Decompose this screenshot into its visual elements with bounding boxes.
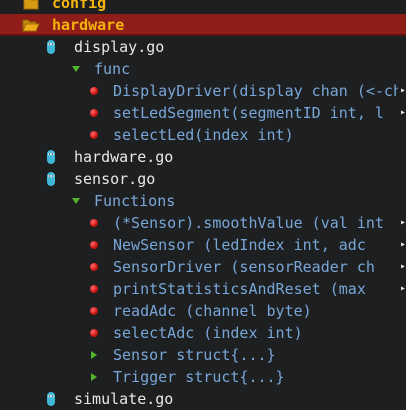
file-label: hardware.go	[74, 148, 174, 166]
method-dot-icon	[88, 124, 100, 146]
member-label: (*Sensor).smoothValue (val int	[113, 214, 384, 232]
tree-row-member[interactable]: NewSensor (ledIndex int, adc ▸	[0, 234, 406, 256]
tree-row-member[interactable]: selectLed(index int)	[0, 124, 406, 146]
member-label: Sensor struct{...}	[113, 346, 276, 364]
folder-label-config: config	[52, 0, 107, 12]
tree-row-member[interactable]: (*Sensor).smoothValue (val int ▸	[0, 212, 406, 234]
tree-row-hardware-go[interactable]: hardware.go	[0, 146, 406, 168]
tree-row-member[interactable]: selectAdc (index int)	[0, 322, 406, 344]
file-label: sensor.go	[74, 170, 156, 188]
method-dot-icon	[88, 300, 100, 322]
method-dot-icon	[88, 256, 100, 278]
member-label: Trigger struct{...}	[113, 368, 285, 386]
tree-row-group-func[interactable]: func	[0, 58, 406, 80]
overflow-arrow-icon: ▸	[398, 80, 406, 102]
overflow-arrow-icon: ▸	[398, 234, 406, 256]
member-label: SensorDriver (sensorReader ch	[113, 258, 375, 276]
tree-row-group-functions[interactable]: Functions	[0, 190, 406, 212]
member-label: setLedSegment(segmentID int, l	[113, 104, 384, 122]
member-label: printStatisticsAndReset (max	[113, 280, 366, 298]
member-label: DisplayDriver(display chan (<-chan	[113, 82, 406, 100]
collapsed-arrow-icon[interactable]	[88, 366, 100, 388]
tree-row-member[interactable]: SensorDriver (sensorReader ch ▸	[0, 256, 406, 278]
file-outline-tree: config hardware display.go func DisplayD…	[0, 0, 406, 410]
overflow-arrow-icon: ▸	[398, 102, 406, 124]
method-dot-icon	[88, 212, 100, 234]
tree-row-display-go[interactable]: display.go	[0, 36, 406, 58]
method-dot-icon	[88, 80, 100, 102]
folder-label-hardware: hardware	[52, 16, 125, 34]
method-dot-icon	[88, 322, 100, 344]
folder-open-icon	[22, 14, 40, 36]
tree-row-simulate-go[interactable]: simulate.go	[0, 388, 406, 410]
tree-row-sensor-go[interactable]: sensor.go	[0, 168, 406, 190]
method-dot-icon	[88, 234, 100, 256]
tree-row-member[interactable]: printStatisticsAndReset (max ▸	[0, 278, 406, 300]
tree-row-member[interactable]: setLedSegment(segmentID int, l ▸	[0, 102, 406, 124]
tree-row-config[interactable]: config	[0, 0, 406, 14]
go-file-icon	[44, 146, 58, 168]
group-label: func	[94, 60, 131, 78]
overflow-arrow-icon: ▸	[398, 278, 406, 300]
member-label: selectAdc (index int)	[113, 324, 303, 342]
folder-icon	[22, 0, 40, 14]
tree-row-member[interactable]: readAdc (channel byte)	[0, 300, 406, 322]
overflow-arrow-icon: ▸	[398, 212, 406, 234]
tree-row-struct-sensor[interactable]: Sensor struct{...}	[0, 344, 406, 366]
collapsed-arrow-icon[interactable]	[88, 344, 100, 366]
member-label: readAdc (channel byte)	[113, 302, 312, 320]
go-file-icon	[44, 388, 58, 410]
group-label: Functions	[94, 192, 176, 210]
method-dot-icon	[88, 102, 100, 124]
expanded-arrow-icon	[70, 58, 82, 80]
overflow-arrow-icon: ▸	[398, 256, 406, 278]
file-label: display.go	[74, 38, 165, 56]
member-label: selectLed(index int)	[113, 126, 294, 144]
tree-row-member[interactable]: DisplayDriver(display chan (<-chan ▸	[0, 80, 406, 102]
tree-row-hardware[interactable]: hardware	[0, 14, 406, 36]
file-label: simulate.go	[74, 390, 174, 408]
tree-row-struct-trigger[interactable]: Trigger struct{...}	[0, 366, 406, 388]
go-file-icon	[44, 36, 58, 58]
expanded-arrow-icon	[70, 190, 82, 212]
member-label: NewSensor (ledIndex int, adc	[113, 236, 366, 254]
go-file-icon	[44, 168, 58, 190]
method-dot-icon	[88, 278, 100, 300]
